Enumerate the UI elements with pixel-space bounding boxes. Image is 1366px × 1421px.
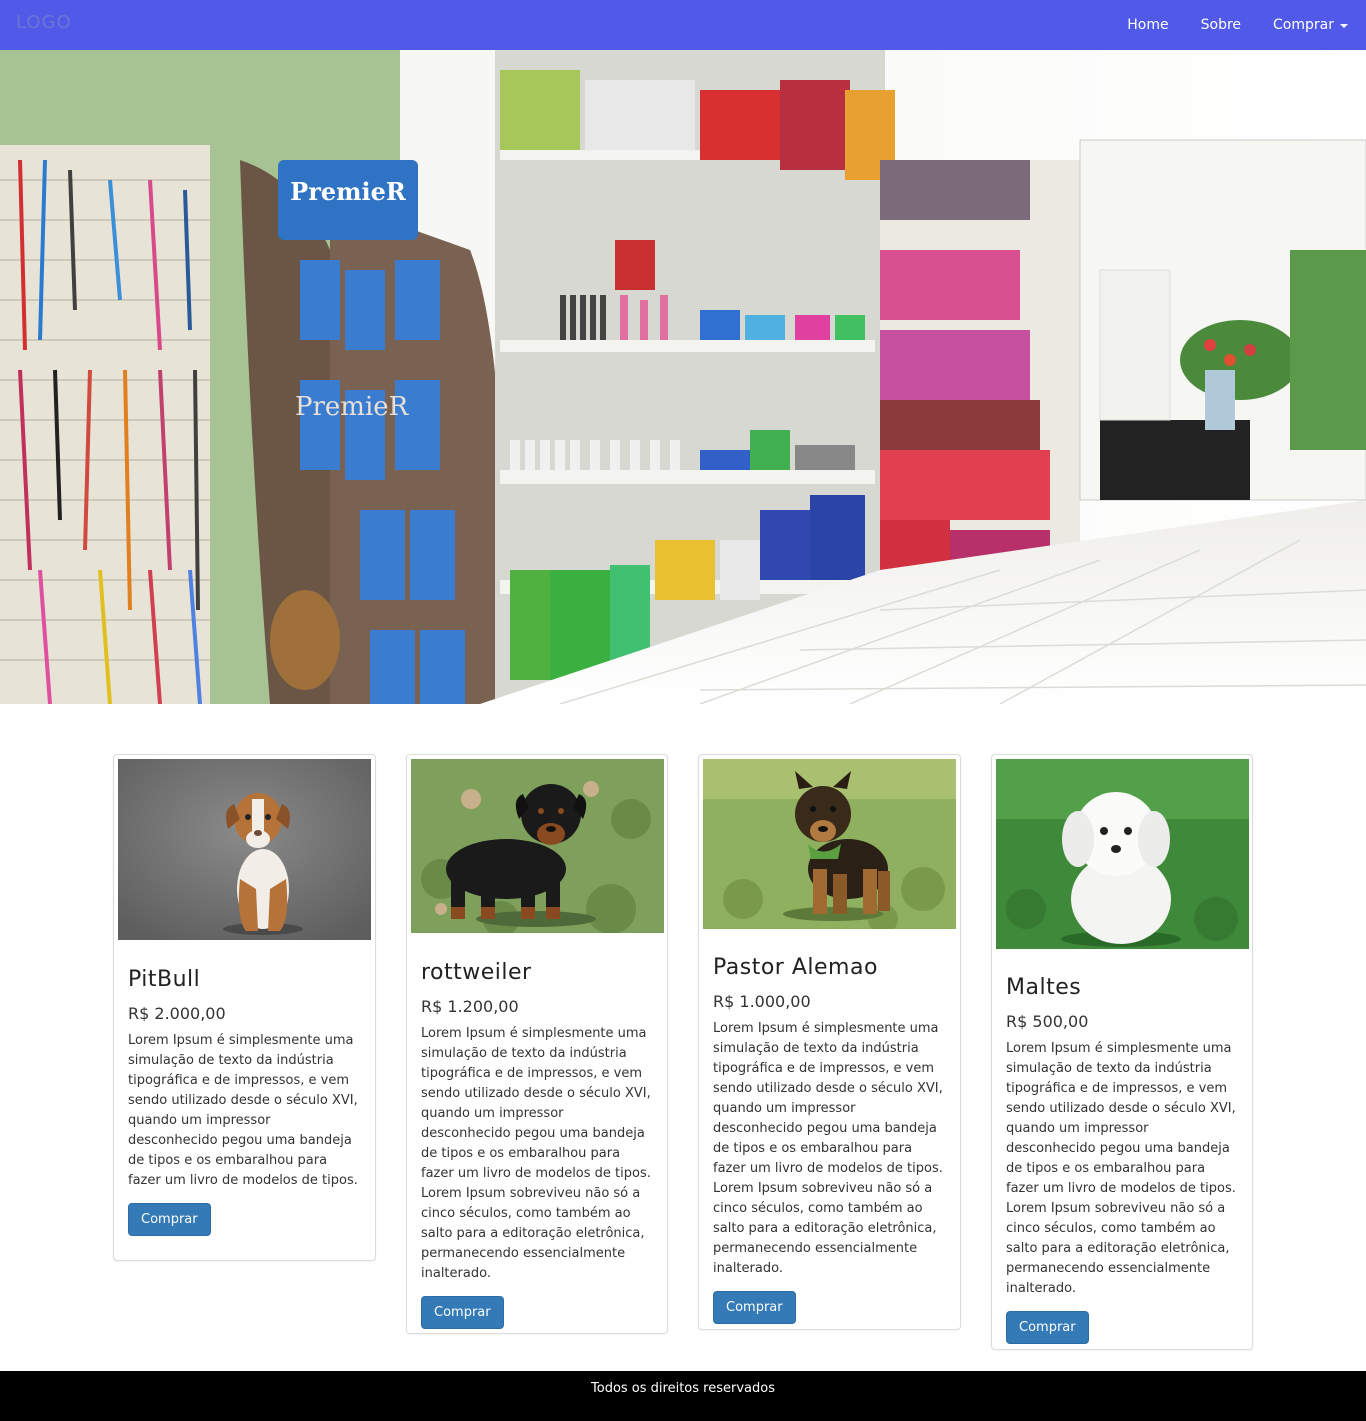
caret-down-icon — [1340, 24, 1348, 28]
nav-home-link[interactable]: Home — [1127, 17, 1168, 33]
card-price: R$ 500,00 — [1006, 1012, 1089, 1031]
card-title: Maltes — [1006, 975, 1082, 1000]
nav-comprar-label: Comprar — [1273, 17, 1334, 33]
nav-sobre-label: Sobre — [1200, 17, 1242, 33]
footer-text: Todos os direitos reservados — [591, 1381, 775, 1396]
rottweiler-image — [411, 759, 664, 933]
pitbull-image — [118, 759, 371, 940]
buy-button[interactable]: Comprar — [421, 1296, 504, 1329]
maltes-image — [996, 759, 1249, 949]
buy-button[interactable]: Comprar — [128, 1203, 211, 1236]
card-price: R$ 1.200,00 — [421, 997, 519, 1016]
svg-text:PremieR: PremieR — [295, 392, 410, 422]
card-description: Lorem Ipsum é simplesmente uma simulação… — [713, 1021, 943, 1276]
card-description: Lorem Ipsum é simplesmente uma simulação… — [128, 1033, 358, 1188]
card-price: R$ 1.000,00 — [713, 992, 811, 1011]
nav-home-label: Home — [1127, 17, 1169, 33]
navbar: LOGO Home Sobre Comprar — [0, 0, 1366, 50]
card-description: Lorem Ipsum é simplesmente uma simulação… — [421, 1026, 651, 1281]
buy-button[interactable]: Comprar — [713, 1291, 796, 1324]
card-title: rottweiler — [421, 960, 532, 985]
nav-comprar-dropdown[interactable]: Comprar — [1273, 17, 1348, 33]
pastor-alemao-image — [703, 759, 956, 929]
product-card-maltes: Maltes R$ 500,00 Lorem Ipsum é simplesme… — [991, 754, 1253, 1350]
hero-image: PremieR PremieR — [0, 50, 1366, 704]
card-title: PitBull — [128, 967, 201, 992]
card-description: Lorem Ipsum é simplesmente uma simulação… — [1006, 1041, 1236, 1296]
product-card-pitbull: PitBull R$ 2.000,00 Lorem Ipsum é simple… — [113, 754, 376, 1261]
card-title: Pastor Alemao — [713, 955, 878, 980]
product-card-rottweiler: rottweiler R$ 1.200,00 Lorem Ipsum é sim… — [406, 754, 668, 1334]
card-price: R$ 2.000,00 — [128, 1004, 226, 1023]
product-card-pastor-alemao: Pastor Alemao R$ 1.000,00 Lorem Ipsum é … — [698, 754, 961, 1330]
nav-sobre-link[interactable]: Sobre — [1201, 17, 1241, 33]
nav-links: Home Sobre Comprar — [1095, 0, 1348, 50]
footer: Todos os direitos reservados — [0, 1371, 1366, 1421]
svg-text:PremieR: PremieR — [290, 177, 407, 206]
logo[interactable]: LOGO — [16, 12, 72, 33]
buy-button[interactable]: Comprar — [1006, 1311, 1089, 1344]
